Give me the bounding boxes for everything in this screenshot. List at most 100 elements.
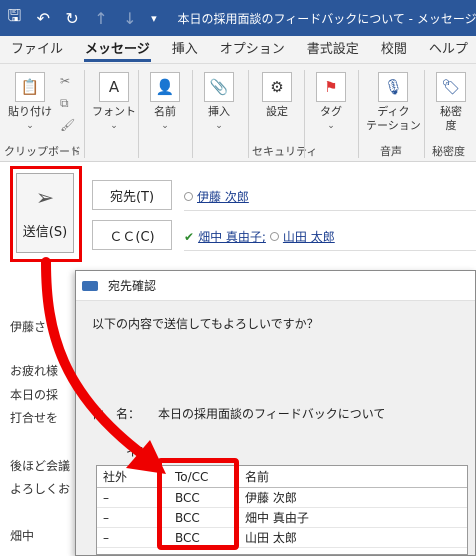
dialog-title: 宛先確認 xyxy=(108,279,157,293)
redo-icon[interactable]: ↻ xyxy=(58,0,87,36)
dictate-label-2: テーション xyxy=(366,119,421,132)
cut-icon[interactable]: ✂ xyxy=(60,74,70,88)
cell-external: – xyxy=(103,530,109,545)
paste-label: 貼り付け xyxy=(8,105,52,118)
cell-name: 伊藤 次郎 xyxy=(245,491,297,505)
subject-value: 本日の採用面談のフィードバックについて xyxy=(158,407,386,421)
title-bar: 🖫 ↶ ↻ ↑ ↓ ▾ 本日の採用面談のフィードバックについて - メッセージ.… xyxy=(0,0,476,36)
clipboard-icon: 📋 xyxy=(15,72,45,102)
column-name[interactable]: 名前 xyxy=(239,468,467,485)
cell-external: – xyxy=(103,510,109,525)
group-separator xyxy=(138,70,139,158)
divider xyxy=(184,250,476,251)
up-arrow-icon[interactable]: ↑ xyxy=(87,0,116,36)
tab-review[interactable]: 校閲 xyxy=(370,36,418,64)
recipient-confirm-dialog: 宛先確認 以下の内容で送信してもよろしいですか？ 件 名： 本日の採用面談のフィ… xyxy=(75,270,476,556)
body-line: お疲れ様 xyxy=(10,364,59,378)
tag-button[interactable]: ⚑ タグ ⌄ xyxy=(316,72,346,133)
voice-group-label: 音声 xyxy=(380,145,402,158)
bcc-highlight-box xyxy=(157,458,239,550)
dictate-button[interactable]: 🎙 ディク テーション xyxy=(366,72,421,133)
address-book-icon: 👤 xyxy=(150,72,180,102)
down-arrow-icon[interactable]: ↓ xyxy=(115,0,144,36)
cell-name: 畑中 真由子 xyxy=(245,511,309,525)
to-button[interactable]: 宛先(T) xyxy=(92,180,172,210)
sensitivity-tag-icon: 🏷 xyxy=(436,72,466,102)
dialog-subject-row: 件 名： 本日の採用面談のフィードバックについて xyxy=(92,405,385,422)
settings-label: 設定 xyxy=(266,105,288,118)
cc-recipients[interactable]: ✔ 畑中 真由子; 山田 太郎 xyxy=(184,228,335,245)
group-separator xyxy=(358,70,359,158)
chevron-down-icon: ⌄ xyxy=(161,121,169,131)
group-separator xyxy=(424,70,425,158)
body-line: よろしくお xyxy=(10,482,71,496)
presence-check-icon: ✔ xyxy=(184,229,195,244)
chevron-down-icon: ⌄ xyxy=(327,121,335,131)
attachment-label: イル： xyxy=(126,445,163,459)
security-group-label: セキュリティ xyxy=(252,145,318,158)
sensitivity-label-1: 秘密 xyxy=(440,105,462,118)
column-external[interactable]: 社外 xyxy=(97,468,161,485)
window-title: 本日の採用面談のフィードバックについて - メッセージ... xyxy=(177,11,476,26)
tab-options[interactable]: オプション xyxy=(209,36,296,64)
tab-insert[interactable]: 挿入 xyxy=(161,36,209,64)
sensitivity-button[interactable]: 🏷 秘密 度 xyxy=(436,72,466,133)
settings-button[interactable]: ⚙ 設定 xyxy=(262,72,292,119)
tab-help[interactable]: ヘルプ xyxy=(418,36,476,64)
body-line: 本日の採 xyxy=(10,388,59,402)
cc-recipient-2[interactable]: 山田 太郎 xyxy=(283,228,335,245)
group-separator xyxy=(304,70,305,158)
names-button[interactable]: 👤 名前 ⌄ xyxy=(150,72,180,133)
tab-file[interactable]: ファイル xyxy=(0,36,74,64)
cc-button[interactable]: ＣＣ(C) xyxy=(92,220,172,250)
send-highlight-box xyxy=(10,166,82,262)
font-icon: A xyxy=(99,72,129,102)
body-line: 打合せを xyxy=(10,411,59,425)
chevron-down-icon: ⌄ xyxy=(26,121,34,131)
group-separator xyxy=(248,70,249,158)
table-row[interactable]: – BCC 伊藤 次郎 xyxy=(97,488,467,508)
presence-icon xyxy=(184,192,193,201)
recipient-table: 社外 To/CC 名前 – BCC 伊藤 次郎 – BCC 畑中 真由子 – B… xyxy=(96,465,468,555)
sensitivity-group-label: 秘密度 xyxy=(432,145,465,158)
body-line: 伊藤さ xyxy=(10,320,47,334)
subject-label: 件 名： xyxy=(92,407,141,421)
chevron-down-icon: ⌄ xyxy=(110,121,118,131)
presence-icon xyxy=(269,232,279,241)
dictate-label-1: ディク xyxy=(377,105,410,118)
tab-format[interactable]: 書式設定 xyxy=(296,36,370,64)
to-recipients[interactable]: 伊藤 次郎 xyxy=(184,188,249,205)
app-icon xyxy=(82,280,98,291)
undo-icon[interactable]: ↶ xyxy=(29,0,58,36)
font-button[interactable]: A フォント ⌄ xyxy=(92,72,136,133)
copy-icon[interactable]: ⧉ xyxy=(60,96,69,111)
paperclip-icon: 📎 xyxy=(204,72,234,102)
flag-icon: ⚑ xyxy=(316,72,346,102)
insert-button[interactable]: 📎 挿入 ⌄ xyxy=(204,72,234,133)
tab-message[interactable]: メッセージ xyxy=(74,36,161,64)
dialog-question: 以下の内容で送信してもよろしいですか？ xyxy=(92,317,319,331)
font-label: フォント xyxy=(92,105,136,118)
format-painter-icon[interactable]: 🖌 xyxy=(60,118,75,132)
group-separator xyxy=(84,70,85,158)
body-line: 畑中 xyxy=(10,529,35,543)
divider xyxy=(184,210,476,211)
insert-label: 挿入 xyxy=(208,105,230,118)
table-row[interactable]: – BCC 畑中 真由子 xyxy=(97,508,467,528)
cell-name: 山田 太郎 xyxy=(245,531,297,545)
cell-external: – xyxy=(103,490,109,505)
document-gear-icon: ⚙ xyxy=(262,72,292,102)
table-row[interactable]: – BCC 山田 太郎 xyxy=(97,528,467,548)
names-label: 名前 xyxy=(154,105,176,118)
dialog-launcher-icon[interactable]: ⤡ xyxy=(72,147,79,157)
cc-recipient-1[interactable]: 畑中 真由子; xyxy=(198,228,266,245)
customize-toolbar-icon[interactable]: ▾ xyxy=(144,0,163,36)
body-line: 後ほど会議 xyxy=(10,459,71,473)
ribbon: 📋 貼り付け ⌄ ✂ ⧉ 🖌 クリップボード ⤡ A フォント ⌄ 👤 名前 ⌄… xyxy=(0,64,476,162)
clipboard-group-label: クリップボード xyxy=(4,145,81,158)
paste-button[interactable]: 📋 貼り付け ⌄ xyxy=(8,72,52,133)
dialog-title-bar: 宛先確認 xyxy=(76,271,475,301)
to-recipient[interactable]: 伊藤 次郎 xyxy=(197,188,249,205)
group-separator xyxy=(192,70,193,158)
save-icon[interactable]: 🖫 xyxy=(0,0,29,36)
